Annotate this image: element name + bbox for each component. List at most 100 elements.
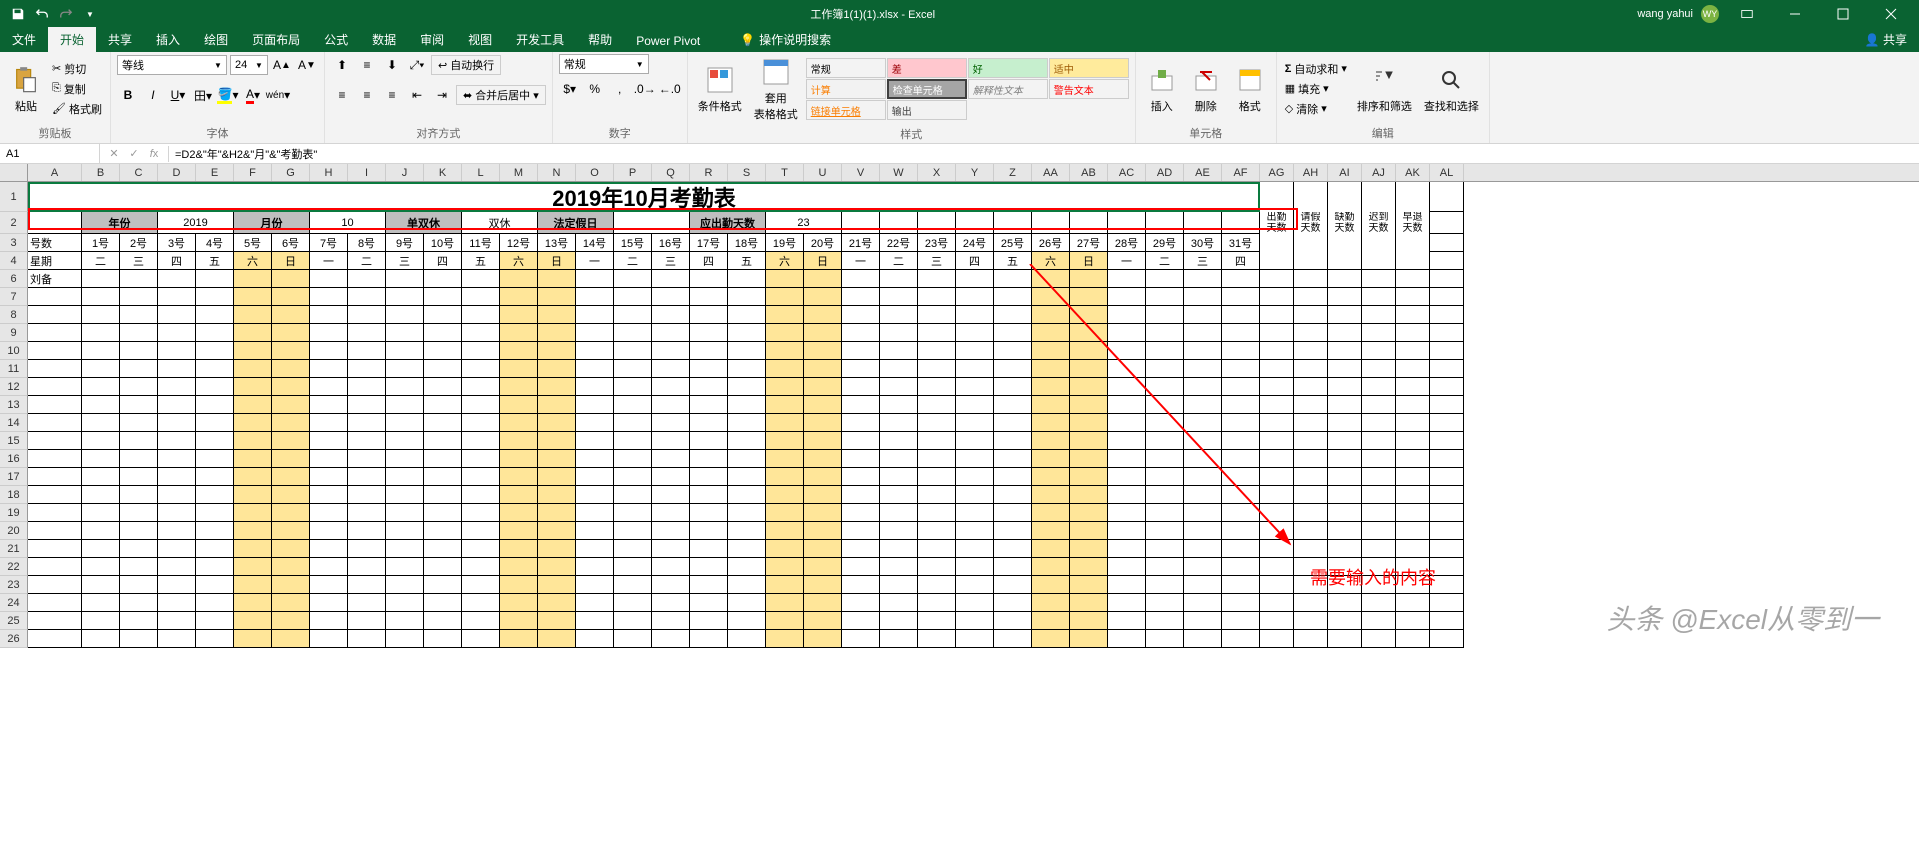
tab-view[interactable]: 视图 (456, 27, 504, 52)
select-all-corner[interactable] (0, 164, 28, 182)
font-color-button[interactable]: A▾ (242, 84, 264, 106)
autosum-button[interactable]: Σ自动求和▾ (1283, 60, 1349, 78)
formula-bar[interactable]: =D2&"年"&H2&"月"&"考勤表" (169, 146, 1919, 162)
insert-cells-button[interactable]: 插入 (1142, 62, 1182, 116)
style-link[interactable]: 链接单元格 (806, 100, 886, 120)
tab-share[interactable]: 共享 (96, 27, 144, 52)
row-headers[interactable]: 1234678910111213141516171819202122232425… (0, 182, 28, 648)
style-good[interactable]: 好 (968, 58, 1048, 78)
tab-powerpivot[interactable]: Power Pivot (624, 30, 712, 52)
tab-formulas[interactable]: 公式 (312, 27, 360, 52)
avatar[interactable]: WY (1701, 5, 1719, 23)
style-check[interactable]: 检查单元格 (887, 79, 967, 99)
tab-layout[interactable]: 页面布局 (240, 27, 312, 52)
find-select-button[interactable]: 查找和选择 (1420, 62, 1483, 116)
style-bad[interactable]: 差 (887, 58, 967, 78)
indent-dec-button[interactable]: ⇤ (406, 84, 428, 106)
group-styles: 条件格式 套用 表格格式 常规 差 好 适中 计算 检查单元格 解释性文本 警告… (688, 52, 1136, 143)
border-button[interactable]: 田▾ (192, 84, 214, 106)
tab-dev[interactable]: 开发工具 (504, 27, 576, 52)
style-output[interactable]: 输出 (887, 100, 967, 120)
style-normal[interactable]: 常规 (806, 58, 886, 78)
fx-icon[interactable]: fx (146, 146, 162, 162)
painter-button[interactable]: 🖌格式刷 (50, 100, 104, 118)
fill-icon: ▦ (1285, 82, 1295, 95)
conditional-format-button[interactable]: 条件格式 (694, 62, 746, 116)
wrap-text-button[interactable]: ↩自动换行 (431, 55, 501, 75)
align-center-button[interactable]: ≡ (356, 84, 378, 106)
ribbon-options-icon[interactable] (1727, 0, 1767, 28)
group-cells: 插入 删除 格式 单元格 (1136, 52, 1277, 143)
undo-icon[interactable] (32, 4, 52, 24)
dec-decimal-button[interactable]: ←.0 (659, 78, 681, 100)
cut-button[interactable]: ✂剪切 (50, 60, 104, 78)
styles-label: 样式 (694, 124, 1129, 142)
underline-button[interactable]: U▾ (167, 84, 189, 106)
cells-label: 单元格 (1142, 123, 1270, 141)
shrink-font-button[interactable]: A▼ (296, 54, 318, 76)
name-box[interactable]: A1 (0, 144, 100, 163)
indent-inc-button[interactable]: ⇥ (431, 84, 453, 106)
tab-draw[interactable]: 绘图 (192, 27, 240, 52)
sort-filter-button[interactable]: 排序和筛选 (1353, 62, 1416, 116)
group-alignment: ⬆ ≡ ⬇ ⤢▾ ↩自动换行 ≡ ≡ ≡ ⇤ ⇥ ⬌合并后居中▾ 对齐方式 (325, 52, 553, 143)
style-neutral[interactable]: 适中 (1049, 58, 1129, 78)
comma-button[interactable]: , (609, 78, 631, 100)
phonetic-button[interactable]: wén▾ (267, 84, 289, 106)
tab-data[interactable]: 数据 (360, 27, 408, 52)
tab-file[interactable]: 文件 (0, 27, 48, 52)
percent-button[interactable]: % (584, 78, 606, 100)
format-cells-button[interactable]: 格式 (1230, 62, 1270, 116)
align-top-button[interactable]: ⬆ (331, 54, 353, 76)
titlebar: ▼ 工作簿1(1)(1).xlsx - Excel wang yahui WY (0, 0, 1919, 28)
minimize-icon[interactable] (1775, 0, 1815, 28)
style-calc[interactable]: 计算 (806, 79, 886, 99)
tab-review[interactable]: 审阅 (408, 27, 456, 52)
column-headers[interactable]: ABCDEFGHIJKLMNOPQRSTUVWXYZAAABACADAEAFAG… (28, 164, 1919, 182)
cancel-formula-icon[interactable]: ✕ (106, 146, 122, 162)
align-left-button[interactable]: ≡ (331, 84, 353, 106)
lightbulb-icon: 💡 (740, 33, 755, 47)
tab-home[interactable]: 开始 (48, 27, 96, 52)
fill-color-button[interactable]: 🪣▾ (217, 84, 239, 106)
save-icon[interactable] (8, 4, 28, 24)
maximize-icon[interactable] (1823, 0, 1863, 28)
tab-insert[interactable]: 插入 (144, 27, 192, 52)
align-middle-button[interactable]: ≡ (356, 54, 378, 76)
inc-decimal-button[interactable]: .0→ (634, 78, 656, 100)
grid[interactable]: 2019年10月考勤表年份2019月份10单双休双休法定假日应出勤天数23出勤 … (28, 182, 1464, 648)
tell-me[interactable]: 💡 操作说明搜索 (732, 27, 839, 52)
merge-button[interactable]: ⬌合并后居中▾ (456, 85, 546, 105)
share-button[interactable]: 👤 共享 (1853, 27, 1919, 52)
paste-button[interactable]: 粘贴 (6, 62, 46, 116)
delete-cells-button[interactable]: 删除 (1186, 62, 1226, 116)
grow-font-button[interactable]: A▲ (271, 54, 293, 76)
bold-button[interactable]: B (117, 84, 139, 106)
user-name: wang yahui (1637, 8, 1693, 20)
brush-icon: 🖌 (52, 102, 66, 115)
font-name-select[interactable]: 等线▼ (117, 55, 227, 75)
number-format-select[interactable]: 常规▼ (559, 54, 649, 74)
clipboard-label: 剪贴板 (6, 123, 104, 141)
align-bottom-button[interactable]: ⬇ (381, 54, 403, 76)
clear-button[interactable]: ◇清除▾ (1283, 100, 1349, 118)
copy-button[interactable]: ⎘复制 (50, 80, 104, 98)
orientation-button[interactable]: ⤢▾ (406, 54, 428, 76)
enter-formula-icon[interactable]: ✓ (126, 146, 142, 162)
ribbon: 粘贴 ✂剪切 ⎘复制 🖌格式刷 剪贴板 等线▼ 24▼ A▲ A▼ B I U▾… (0, 52, 1919, 144)
qat-dropdown-icon[interactable]: ▼ (80, 4, 100, 24)
fill-button[interactable]: ▦填充▾ (1283, 80, 1349, 98)
italic-button[interactable]: I (142, 84, 164, 106)
wrap-icon: ↩ (438, 59, 447, 72)
tell-me-label: 操作说明搜索 (759, 31, 831, 48)
close-icon[interactable] (1871, 0, 1911, 28)
align-right-button[interactable]: ≡ (381, 84, 403, 106)
redo-icon[interactable] (56, 4, 76, 24)
align-label: 对齐方式 (331, 123, 546, 141)
tab-help[interactable]: 帮助 (576, 27, 624, 52)
font-size-select[interactable]: 24▼ (230, 55, 268, 75)
currency-button[interactable]: $▾ (559, 78, 581, 100)
style-explain[interactable]: 解释性文本 (968, 79, 1048, 99)
style-warn[interactable]: 警告文本 (1049, 79, 1129, 99)
table-format-button[interactable]: 套用 表格格式 (750, 54, 802, 124)
